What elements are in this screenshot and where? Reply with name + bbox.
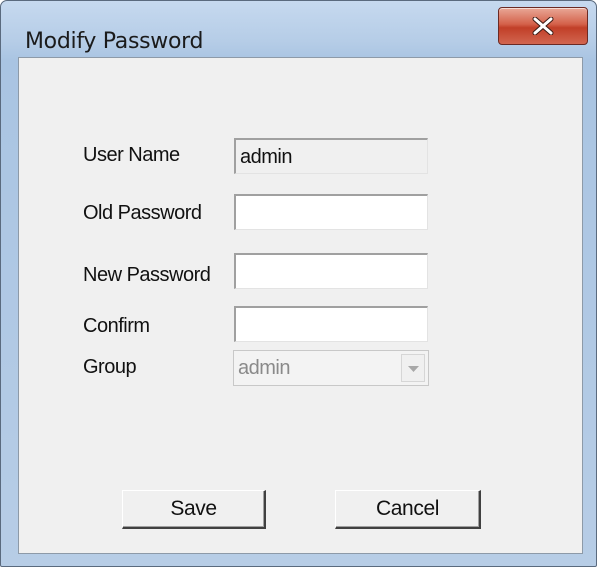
new-password-field[interactable] [234, 253, 428, 289]
user-name-field[interactable]: admin [234, 138, 428, 174]
user-name-label: User Name [83, 144, 180, 166]
group-select[interactable]: admin [233, 350, 429, 386]
old-password-label: Old Password [83, 202, 202, 224]
modify-password-dialog: Modify Password User Name admin Old Pass… [0, 0, 597, 567]
group-select-value: admin [238, 357, 290, 379]
confirm-password-field[interactable] [234, 306, 428, 342]
close-icon [532, 17, 554, 35]
window-title: Modify Password [25, 29, 204, 54]
confirm-label: Confirm [83, 315, 150, 337]
old-password-field[interactable] [234, 194, 428, 230]
group-label: Group [83, 356, 137, 378]
close-button[interactable] [498, 7, 588, 45]
group-dropdown-button[interactable] [401, 354, 425, 382]
new-password-label: New Password [83, 264, 211, 286]
dialog-content: User Name admin Old Password New Passwor… [18, 57, 583, 554]
cancel-button[interactable]: Cancel [335, 490, 481, 529]
save-button[interactable]: Save [122, 490, 266, 529]
title-bar: Modify Password [1, 1, 596, 57]
chevron-down-icon [408, 366, 419, 372]
